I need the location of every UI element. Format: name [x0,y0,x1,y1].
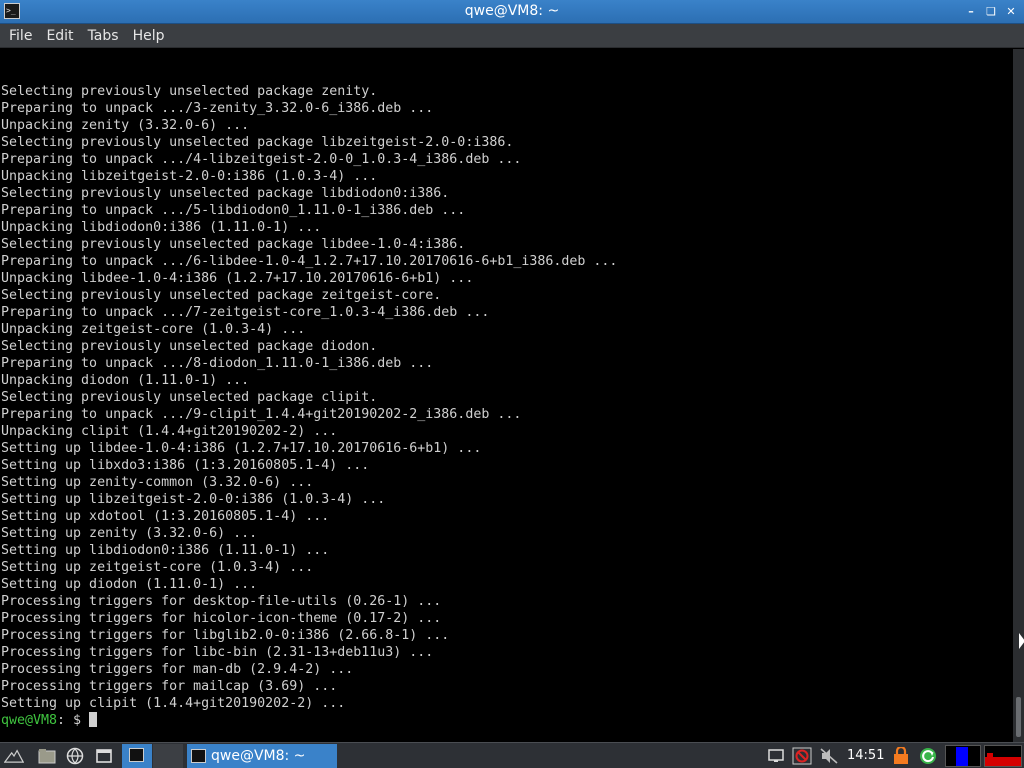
lock-screen-icon[interactable] [891,746,911,766]
volume-muted-icon[interactable] [819,746,839,766]
maximize-icon[interactable]: ❏ [984,5,998,19]
terminal-line: Setting up xdotool (1:3.20160805.1-4) ..… [1,509,330,524]
desktop-screen: >_ qwe@VM8: ~ – ❏ ✕ File Edit Tabs Help … [0,0,1024,768]
window-controls: – ❏ ✕ [964,0,1018,24]
terminal-line: Processing triggers for man-db (2.9.4-2)… [1,662,354,677]
memory-usage-peak [987,753,993,757]
workspace-button[interactable] [153,744,183,768]
terminal-line: Processing triggers for desktop-file-uti… [1,594,442,609]
menu-edit[interactable]: Edit [39,24,80,48]
terminal-line: Unpacking libzeitgeist-2.0-0:i386 (1.0.3… [1,169,378,184]
terminal-line: Selecting previously unselected package … [1,390,378,405]
scrollbar-thumb[interactable] [1016,697,1021,737]
cpu-usage-bar [956,747,968,766]
terminal-line: Processing triggers for hicolor-icon-the… [1,611,442,626]
terminal-line: Preparing to unpack .../5-libdiodon0_1.1… [1,203,466,218]
taskbar: qwe@VM8: ~ 14:51 [0,742,1024,768]
cpu-monitor[interactable] [945,745,981,767]
terminal-line: Preparing to unpack .../7-zeitgeist-core… [1,305,490,320]
text-cursor [89,712,98,727]
blocked-icon[interactable] [792,746,812,766]
terminal-line: Preparing to unpack .../4-libzeitgeist-2… [1,152,522,167]
taskbar-window-label: qwe@VM8: ~ [211,748,306,764]
terminal-line: Setting up clipit (1.4.4+git20190202-2) … [1,696,346,711]
prompt-symbol: : $ [57,713,90,728]
terminal-line: Selecting previously unselected package … [1,186,450,201]
terminal-line: Processing triggers for libglib2.0-0:i38… [1,628,450,643]
terminal-launcher-button[interactable] [122,744,152,768]
memory-monitor[interactable] [984,745,1022,767]
display-icon[interactable] [766,746,786,766]
terminal-line: Unpacking clipit (1.4.4+git20190202-2) .… [1,424,338,439]
terminal-line: Selecting previously unselected package … [1,339,378,354]
terminal-line: Setting up diodon (1.11.0-1) ... [1,577,258,592]
terminal-line: Unpacking zenity (3.32.0-6) ... [1,118,250,133]
terminal-line: Setting up libdee-1.0-4:i386 (1.2.7+17.1… [1,441,482,456]
terminal-text: Selecting previously unselected package … [1,49,617,742]
menu-tabs[interactable]: Tabs [81,24,126,48]
terminal-output[interactable]: Selecting previously unselected package … [0,49,1013,742]
terminal-line: Unpacking libdiodon0:i386 (1.11.0-1) ... [1,220,322,235]
terminal-line: Setting up libxdo3:i386 (1:3.20160805.1-… [1,458,370,473]
terminal-line: Processing triggers for libc-bin (2.31-1… [1,645,434,660]
terminal-line: Preparing to unpack .../3-zenity_3.32.0-… [1,101,434,116]
terminal-line: Unpacking diodon (1.11.0-1) ... [1,373,250,388]
terminal-line: Unpacking libdee-1.0-4:i386 (1.2.7+17.10… [1,271,474,286]
terminal-icon [191,749,206,763]
file-manager-icon[interactable] [37,746,57,766]
terminal-line: Selecting previously unselected package … [1,84,378,99]
terminal-line: Setting up zeitgeist-core (1.0.3-4) ... [1,560,314,575]
terminal-line: Selecting previously unselected package … [1,135,514,150]
start-menu-icon[interactable] [4,746,24,766]
window-titlebar[interactable]: >_ qwe@VM8: ~ – ❏ ✕ [0,0,1024,24]
web-browser-icon[interactable] [65,746,85,766]
menu-bar: File Edit Tabs Help [0,24,1024,48]
minimize-icon[interactable]: – [964,5,978,19]
menu-file[interactable]: File [0,24,39,48]
terminal-line: Setting up zenity (3.32.0-6) ... [1,526,258,541]
menu-help[interactable]: Help [126,24,172,48]
terminal-line: Preparing to unpack .../9-clipit_1.4.4+g… [1,407,522,422]
terminal-line: Selecting previously unselected package … [1,237,466,252]
window-title: qwe@VM8: ~ [464,3,560,19]
prompt-user: qwe@VM8 [1,713,58,728]
show-desktop-icon[interactable] [94,746,114,766]
memory-usage-bar [985,757,1021,766]
terminal-line: Selecting previously unselected package … [1,288,442,303]
terminal-line: Setting up libdiodon0:i386 (1.11.0-1) ..… [1,543,330,558]
update-icon[interactable] [918,746,938,766]
terminal-line: Preparing to unpack .../6-libdee-1.0-4_1… [1,254,618,269]
clock[interactable]: 14:51 [847,743,884,768]
close-icon[interactable]: ✕ [1004,5,1018,19]
terminal-line: Setting up zenity-common (3.32.0-6) ... [1,475,314,490]
terminal-icon [129,748,144,762]
terminal-line: Processing triggers for mailcap (3.69) .… [1,679,338,694]
terminal-line: Unpacking zeitgeist-core (1.0.3-4) ... [1,322,306,337]
prompt-line[interactable]: qwe@VM8: $ [1,712,617,729]
mouse-pointer-icon [1019,633,1024,649]
terminal-line: Preparing to unpack .../8-diodon_1.11.0-… [1,356,434,371]
terminal-line: Setting up libzeitgeist-2.0-0:i386 (1.0.… [1,492,386,507]
taskbar-window-button[interactable]: qwe@VM8: ~ [187,744,337,768]
